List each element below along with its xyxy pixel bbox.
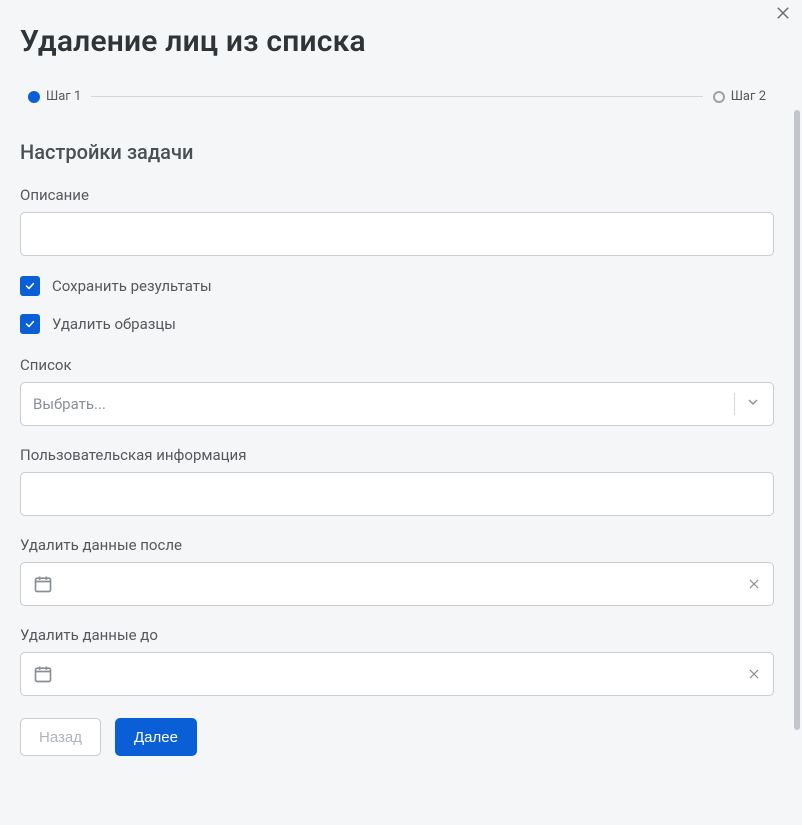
step-1-label: Шаг 1 [46, 89, 81, 104]
delete-after-label: Удалить данные после [20, 536, 774, 554]
list-placeholder: Выбрать... [33, 395, 106, 413]
step-2-label: Шаг 2 [731, 89, 766, 104]
list-select[interactable]: Выбрать... [20, 382, 774, 426]
delete-before-label: Удалить данные до [20, 626, 774, 644]
delete-after-input[interactable] [20, 562, 774, 606]
clear-date-before-button[interactable] [747, 667, 761, 681]
modal-delete-faces: Удаление лиц из списка Шаг 1 Шаг 2 Настр… [0, 0, 802, 825]
scrollbar-thumb[interactable] [794, 110, 800, 730]
check-icon [24, 318, 36, 330]
clear-date-after-button[interactable] [747, 577, 761, 591]
field-user-info: Пользовательская информация [20, 446, 774, 516]
field-delete-before: Удалить данные до [20, 626, 774, 696]
close-icon [774, 4, 792, 22]
section-title: Настройки задачи [20, 140, 774, 164]
field-list: Список Выбрать... [20, 356, 774, 426]
field-delete-after: Удалить данные после [20, 536, 774, 606]
scrollbar-track [794, 110, 800, 815]
save-results-label: Сохранить результаты [52, 277, 212, 295]
delete-samples-label: Удалить образцы [52, 315, 176, 333]
stepper: Шаг 1 Шаг 2 [20, 89, 774, 104]
calendar-icon [33, 664, 53, 684]
description-label: Описание [20, 186, 774, 204]
step-1-dot-icon [28, 91, 40, 103]
delete-before-input[interactable] [20, 652, 774, 696]
checkbox-delete-samples-row: Удалить образцы [20, 314, 774, 334]
select-separator [734, 393, 735, 415]
chevron-down-icon [745, 394, 761, 414]
checkbox-save-results-row: Сохранить результаты [20, 276, 774, 296]
step-2[interactable]: Шаг 2 [713, 89, 766, 104]
field-description: Описание [20, 186, 774, 256]
checkbox-save-results[interactable] [20, 276, 40, 296]
step-line [91, 96, 702, 97]
list-label: Список [20, 356, 774, 374]
back-button[interactable]: Назад [20, 718, 101, 756]
next-button[interactable]: Далее [115, 718, 197, 756]
step-2-dot-icon [713, 91, 725, 103]
close-button[interactable] [774, 4, 792, 26]
user-info-label: Пользовательская информация [20, 446, 774, 464]
step-1[interactable]: Шаг 1 [28, 89, 81, 104]
checkbox-delete-samples[interactable] [20, 314, 40, 334]
check-icon [24, 280, 36, 292]
calendar-icon [33, 574, 53, 594]
description-input[interactable] [20, 212, 774, 256]
modal-title: Удаление лиц из списка [20, 24, 774, 59]
action-row: Назад Далее [20, 718, 774, 756]
user-info-input[interactable] [20, 472, 774, 516]
